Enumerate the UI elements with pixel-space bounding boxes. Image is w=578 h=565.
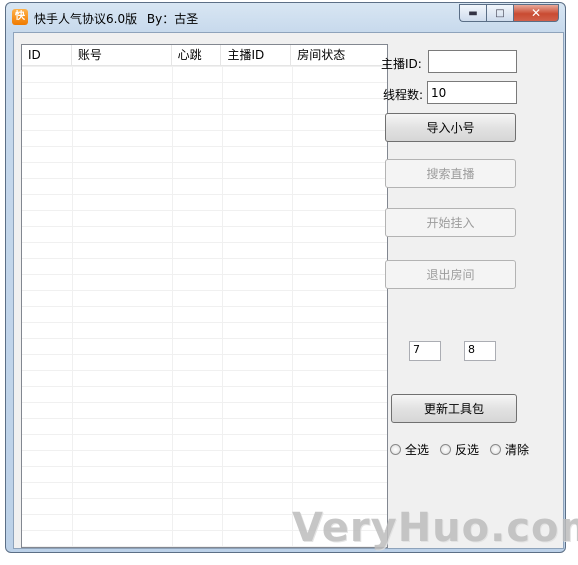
- exit-room-button[interactable]: 退出房间: [385, 260, 516, 289]
- app-icon: 快: [12, 9, 28, 25]
- threads-input[interactable]: [427, 81, 517, 104]
- maximize-button[interactable]: □: [486, 4, 513, 22]
- column-divider: [292, 66, 293, 547]
- list-body[interactable]: [22, 66, 387, 547]
- anchor-id-label: 主播ID:: [381, 57, 422, 71]
- select-all-label: 全选: [405, 443, 430, 457]
- app-title: 快手人气协议6.0版: [34, 12, 138, 26]
- column-divider: [72, 66, 73, 547]
- select-all-radio[interactable]: 全选: [390, 441, 429, 458]
- invert-selection-label: 反选: [455, 443, 480, 457]
- watermark-text: VeryHuo.com: [292, 505, 578, 551]
- clear-radio[interactable]: 清除: [490, 441, 529, 458]
- radio-circle-icon: [490, 444, 501, 455]
- import-accounts-button[interactable]: 导入小号: [385, 113, 516, 142]
- update-toolkit-button[interactable]: 更新工具包: [391, 394, 517, 423]
- main-window: 快 快手人气协议6.0版 By：古圣 ▬ □ ✕ ID 账号 心跳 主播ID 房…: [5, 2, 566, 553]
- start-join-button[interactable]: 开始挂入: [385, 208, 516, 237]
- search-live-button[interactable]: 搜索直播: [385, 159, 516, 188]
- window-title: 快手人气协议6.0版 By：古圣: [34, 10, 204, 27]
- column-header-account[interactable]: 账号: [72, 45, 172, 65]
- column-header-id[interactable]: ID: [22, 45, 72, 65]
- invert-selection-radio[interactable]: 反选: [440, 441, 479, 458]
- client-area: ID 账号 心跳 主播ID 房间状态 主播ID: 线程数: 导入小号 搜索直播 …: [13, 32, 564, 549]
- column-header-anchor-id[interactable]: 主播ID: [221, 45, 292, 65]
- window-controls: ▬ □ ✕: [459, 4, 559, 23]
- range-start-input[interactable]: 7: [409, 341, 441, 361]
- minimize-button[interactable]: ▬: [459, 4, 486, 22]
- author-label: By：古圣: [146, 12, 199, 26]
- clear-label: 清除: [505, 443, 530, 457]
- list-header: ID 账号 心跳 主播ID 房间状态: [22, 45, 387, 66]
- column-divider: [222, 66, 223, 547]
- column-header-heartbeat[interactable]: 心跳: [172, 45, 222, 65]
- radio-circle-icon: [390, 444, 401, 455]
- close-icon: ✕: [530, 6, 542, 20]
- minimize-icon: ▬: [468, 7, 478, 19]
- range-end-input[interactable]: 8: [464, 341, 496, 361]
- threads-label: 线程数:: [383, 88, 424, 102]
- close-button[interactable]: ✕: [513, 4, 559, 22]
- radio-circle-icon: [440, 444, 451, 455]
- column-divider: [172, 66, 173, 547]
- maximize-icon: □: [495, 7, 505, 19]
- anchor-id-input[interactable]: [428, 50, 517, 73]
- column-header-room-status[interactable]: 房间状态: [291, 45, 387, 65]
- account-list[interactable]: ID 账号 心跳 主播ID 房间状态: [21, 44, 388, 548]
- title-bar[interactable]: 快 快手人气协议6.0版 By：古圣 ▬ □ ✕: [6, 3, 565, 33]
